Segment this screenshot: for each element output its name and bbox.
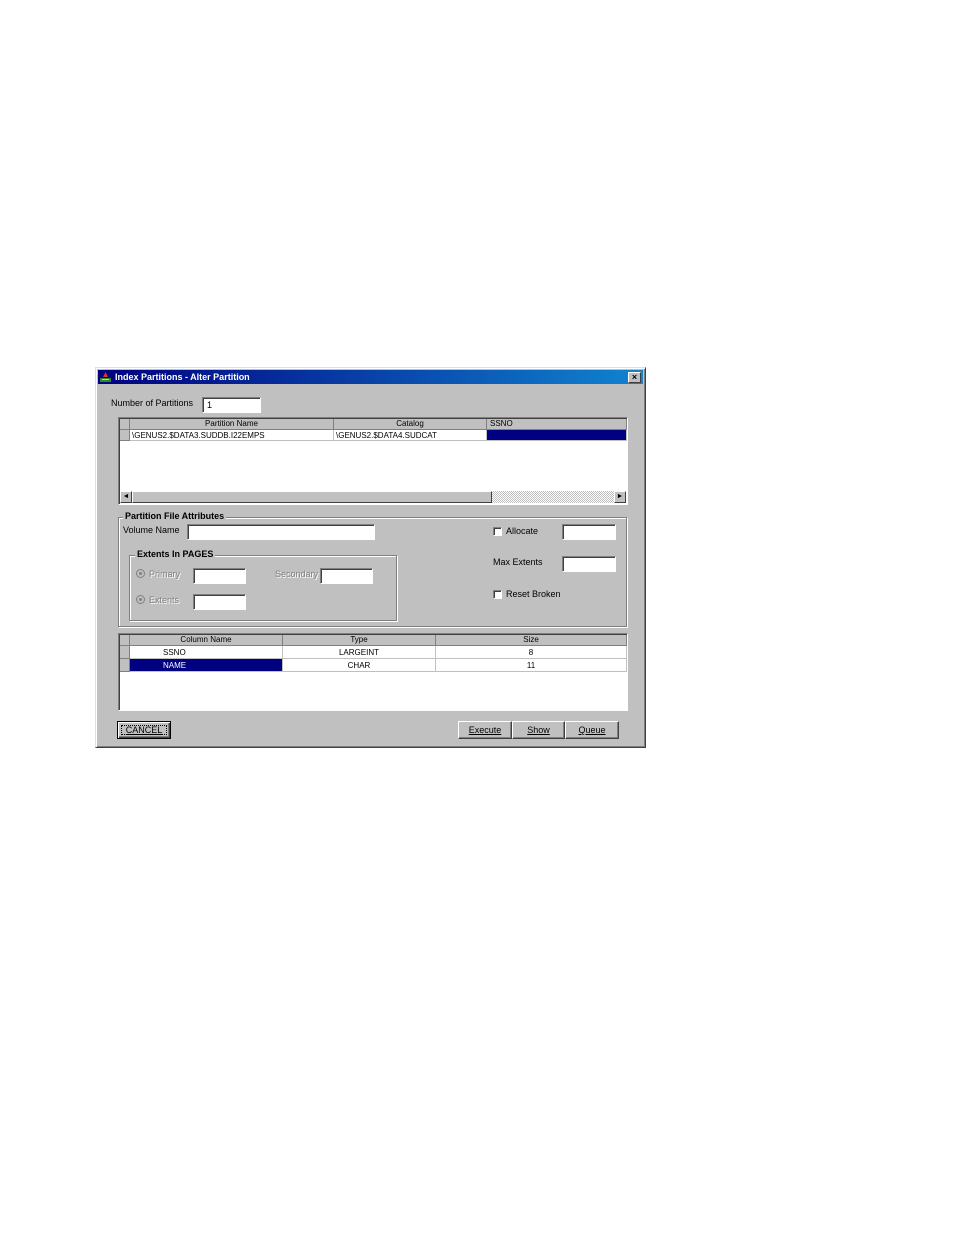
window-title: Index Partitions - Alter Partition — [115, 372, 250, 382]
execute-button-label: Execute — [468, 725, 502, 735]
extents-in-pages-title: Extents In PAGES — [135, 549, 216, 559]
table-cell-size[interactable]: 11 — [436, 659, 627, 672]
scroll-left-button[interactable]: ◄ — [120, 491, 132, 503]
extents-label: Extents — [149, 595, 180, 605]
extents-radio[interactable] — [136, 595, 145, 604]
title-bar[interactable]: Index Partitions - Alter Partition × — [98, 370, 643, 384]
reset-broken-label: Reset Broken — [506, 589, 561, 599]
app-logo-icon — [100, 372, 111, 382]
arrow-right-icon: ► — [616, 493, 624, 500]
execute-button[interactable]: Execute — [458, 721, 512, 739]
col-header-column-name[interactable]: Column Name — [130, 635, 283, 646]
col-header-ssno[interactable]: SSNO — [487, 419, 627, 430]
primary-input[interactable] — [193, 568, 246, 584]
arrow-left-icon: ◄ — [122, 493, 130, 500]
table-cell-catalog[interactable]: \GENUS2.$DATA4.SUDCAT — [334, 430, 487, 441]
col-header-type[interactable]: Type — [283, 635, 436, 646]
col-header-size[interactable]: Size — [436, 635, 627, 646]
table-cell-size[interactable]: 8 — [436, 646, 627, 659]
partition-file-attributes-title: Partition File Attributes — [123, 511, 227, 521]
allocate-input[interactable] — [562, 524, 616, 540]
close-icon: × — [631, 372, 638, 382]
scroll-track[interactable] — [492, 491, 614, 503]
alter-partition-dialog: Index Partitions - Alter Partition × Num… — [95, 367, 646, 748]
col-header-partition-name[interactable]: Partition Name — [130, 419, 334, 430]
focus-rect — [121, 725, 167, 735]
scroll-thumb[interactable] — [132, 491, 492, 503]
volume-name-input[interactable] — [187, 524, 375, 540]
reset-broken-checkbox[interactable] — [493, 590, 502, 599]
scroll-right-button[interactable]: ► — [614, 491, 626, 503]
cancel-button[interactable]: CANCEL — [117, 721, 171, 739]
table-cell-column-name[interactable]: NAME — [130, 659, 283, 672]
partition-grid[interactable]: Partition Name Catalog SSNO \GENUS2.$DAT… — [118, 417, 628, 505]
grid-corner — [120, 635, 130, 646]
max-extents-label: Max Extents — [493, 557, 543, 567]
table-cell-type[interactable]: CHAR — [283, 659, 436, 672]
table-cell-column-name[interactable]: SSNO — [130, 646, 283, 659]
allocate-label: Allocate — [506, 526, 539, 536]
allocate-checkbox[interactable] — [493, 527, 502, 536]
show-button[interactable]: Show — [512, 721, 565, 739]
primary-radio[interactable] — [136, 569, 145, 578]
show-button-label: Show — [527, 725, 550, 735]
primary-label: Primary — [149, 569, 180, 579]
close-button[interactable]: × — [628, 372, 641, 383]
extents-input[interactable] — [193, 594, 246, 610]
table-cell-type[interactable]: LARGEINT — [283, 646, 436, 659]
row-header[interactable] — [120, 646, 130, 659]
column-grid[interactable]: Column Name Type Size SSNO LARGEINT 8 NA… — [118, 633, 628, 711]
num-partitions-label: Number of Partitions — [111, 398, 194, 408]
col-header-catalog[interactable]: Catalog — [334, 419, 487, 430]
table-cell-ssno[interactable] — [487, 430, 627, 441]
grid-corner — [120, 419, 130, 430]
num-partitions-input[interactable]: 1 — [202, 397, 261, 413]
queue-button-label: Queue — [578, 725, 606, 735]
extents-in-pages-group — [129, 555, 397, 621]
row-header[interactable] — [120, 430, 130, 441]
table-cell-partition-name[interactable]: \GENUS2.$DATA3.SUDDB.I22EMPS — [130, 430, 334, 441]
horizontal-scrollbar[interactable]: ◄ ► — [120, 491, 626, 503]
secondary-label: Secondary — [275, 569, 319, 579]
secondary-input[interactable] — [320, 568, 373, 584]
volume-name-label: Volume Name — [123, 525, 180, 535]
queue-button[interactable]: Queue — [565, 721, 619, 739]
max-extents-input[interactable] — [562, 556, 616, 572]
row-header[interactable] — [120, 659, 130, 672]
